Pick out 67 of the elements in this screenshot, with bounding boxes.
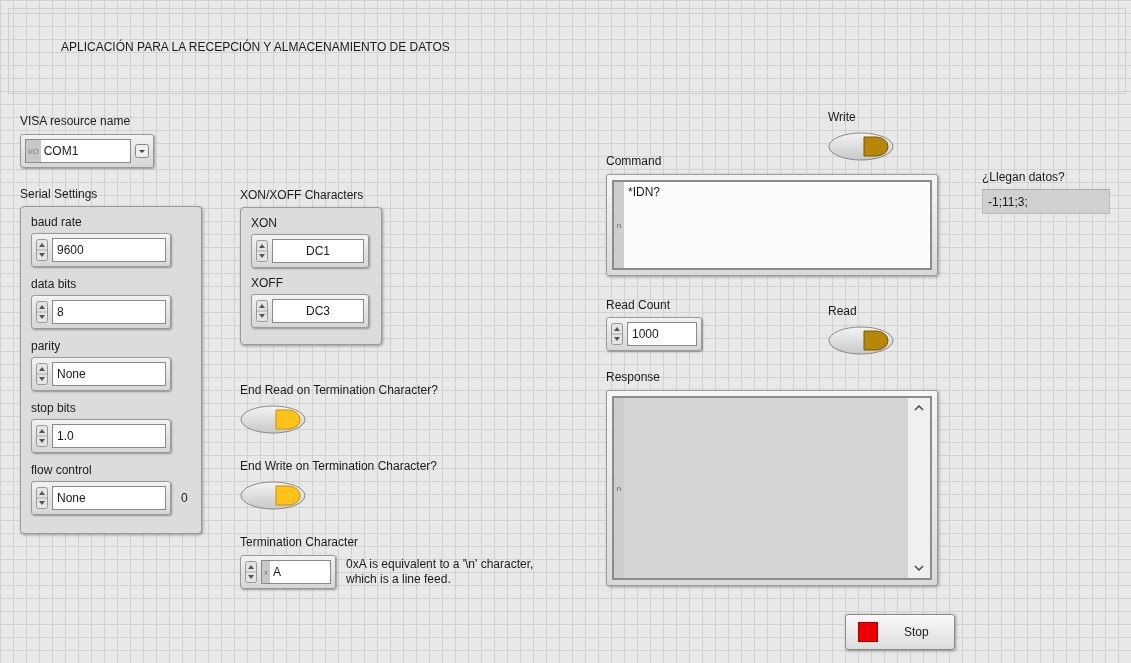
numeric-control[interactable]: x A	[240, 555, 336, 589]
toggle-switch[interactable]	[240, 481, 306, 510]
spinner-arrows-icon[interactable]	[36, 239, 48, 261]
command-text-box[interactable]: n *IDN?	[606, 174, 938, 276]
spinner-arrows-icon[interactable]	[36, 425, 48, 447]
control-label: XON	[251, 216, 278, 230]
field-value: *IDN?	[627, 184, 661, 201]
scrollbar[interactable]	[908, 398, 930, 578]
stop-square-icon	[858, 622, 878, 642]
control-label: data bits	[31, 277, 78, 291]
field-value: 1.0	[57, 429, 74, 443]
radix-label: x	[262, 561, 270, 583]
spinner-arrows-icon[interactable]	[256, 240, 268, 262]
panel-title: APLICACIÓN PARA LA RECEPCIÓN Y ALMACENAMIENTO DE DATOS	[61, 40, 450, 54]
control-label: parity	[31, 339, 62, 353]
numeric-control[interactable]: 8	[31, 295, 171, 329]
display-mode-label: n	[614, 182, 624, 268]
control-label: Read	[828, 304, 858, 318]
field-value: COM1	[43, 144, 79, 158]
control-label: Termination Character	[240, 535, 360, 549]
control-label: baud rate	[31, 215, 83, 229]
spinner-arrows-icon[interactable]	[611, 323, 623, 345]
display-mode-label: n	[614, 398, 624, 578]
control-label: Command	[606, 154, 663, 168]
spinner-arrows-icon[interactable]	[36, 301, 48, 323]
io-label: I/O	[26, 140, 41, 162]
toggle-switch[interactable]	[828, 132, 894, 161]
stop-button[interactable]: Stop	[845, 614, 955, 650]
numeric-control[interactable]: 9600	[31, 233, 171, 267]
field-value: 8	[57, 305, 64, 319]
numeric-control[interactable]: DC3	[251, 294, 369, 328]
control-label: End Write on Termination Character?	[240, 459, 437, 473]
spinner-arrows-icon[interactable]	[36, 487, 48, 509]
control-label: XOFF	[251, 276, 284, 290]
control-label: stop bits	[31, 401, 77, 415]
numeric-control[interactable]: 1.0	[31, 419, 171, 453]
help-note: 0xA is equivalent to a '\n' character, which is a line feed.	[346, 557, 535, 587]
indicator-label: ¿Llegan datos?	[982, 170, 1066, 184]
field-value: 9600	[57, 243, 84, 257]
resource-dropdown[interactable]: I/O COM1	[20, 134, 154, 168]
field-value: 1000	[632, 327, 659, 341]
numeric-control[interactable]: DC1	[251, 234, 369, 268]
field-value: DC3	[306, 304, 330, 318]
chevron-down-icon[interactable]	[914, 565, 924, 572]
field-value: A	[273, 565, 281, 579]
spinner-arrows-icon[interactable]	[256, 300, 268, 322]
control-label: flow control	[31, 463, 93, 477]
cluster-label: XON/XOFF Characters	[240, 188, 365, 202]
control-label: VISA resource name	[20, 114, 132, 128]
control-label: End Read on Termination Character?	[240, 383, 438, 397]
spinner-arrows-icon[interactable]	[245, 561, 257, 583]
toggle-switch[interactable]	[828, 326, 894, 355]
numeric-control[interactable]: None	[31, 357, 171, 391]
field-value: None	[57, 491, 86, 505]
string-indicator: -1;11;3;	[982, 189, 1110, 214]
numeric-control[interactable]: 1000	[606, 317, 702, 351]
field-value: DC1	[306, 244, 330, 258]
control-label: Write	[828, 110, 857, 124]
chevron-up-icon[interactable]	[914, 404, 924, 411]
numeric-control[interactable]: None	[31, 481, 171, 515]
toggle-switch[interactable]	[240, 405, 306, 434]
spinner-arrows-icon[interactable]	[36, 363, 48, 385]
cluster-label: Serial Settings	[20, 187, 99, 201]
value-indicator: 0	[181, 491, 188, 505]
control-label: Read Count	[606, 298, 672, 312]
indicator-label: Response	[606, 370, 662, 384]
field-value: None	[57, 367, 86, 381]
